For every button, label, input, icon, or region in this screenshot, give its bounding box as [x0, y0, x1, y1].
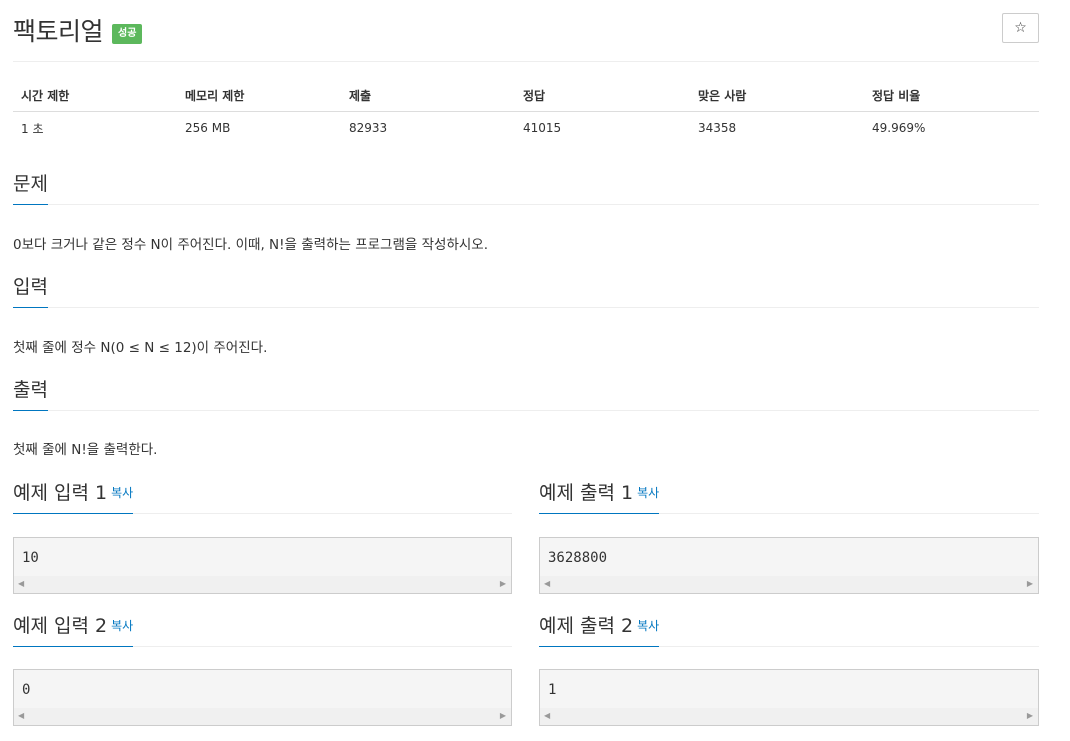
copy-sample-output-1-button[interactable]: 복사 [637, 486, 659, 500]
memory-limit-value: 256 MB [185, 121, 231, 136]
sample-input-1-label: 예제 입력 1 [13, 482, 108, 504]
sample-output-1-code: 3628800 [548, 550, 608, 566]
output-description: 첫째 줄에 N!을 출력한다. [13, 442, 158, 458]
problem-info-table: 시간 제한 메모리 제한 제출 정답 맞은 사람 정답 비율 1 초 256 M… [13, 80, 1039, 145]
output-section-header: 출력 [13, 378, 1039, 411]
memory-limit-header: 메모리 제한 [177, 80, 341, 112]
sample-input-2-header: 예제 입력 2 복사 [13, 613, 512, 647]
submissions-value: 82933 [349, 121, 388, 136]
scroll-left-icon[interactable]: ◀ [544, 579, 550, 588]
problem-section-title: 문제 [13, 172, 48, 205]
solvers-value: 34358 [698, 121, 737, 136]
scroll-left-icon[interactable]: ◀ [544, 711, 550, 720]
sample-input-2-box[interactable]: 0 ◀ ▶ [13, 669, 512, 726]
star-button[interactable]: ☆ [1002, 13, 1039, 43]
star-icon: ☆ [1014, 20, 1027, 36]
info-value-row: 1 초 256 MB 82933 41015 34358 49.969% [13, 111, 1039, 145]
sample-input-1-box[interactable]: 10 ◀ ▶ [13, 537, 512, 594]
input-section-header: 입력 [13, 275, 1039, 308]
problem-title: 팩토리얼 [13, 17, 104, 46]
sample-input-1-code: 10 [22, 550, 39, 566]
accepted-value: 41015 [523, 121, 562, 136]
scroll-left-icon[interactable]: ◀ [18, 579, 24, 588]
input-section-title: 입력 [13, 275, 48, 308]
sample-input-2-label: 예제 입력 2 [13, 615, 108, 637]
sample-input-2-title: 예제 입력 2 복사 [13, 613, 134, 647]
sample-output-2-code: 1 [548, 682, 557, 698]
scroll-right-icon[interactable]: ▶ [500, 711, 506, 720]
sample-output-1-title: 예제 출력 1 복사 [539, 480, 660, 514]
submissions-header: 제출 [341, 80, 515, 112]
problem-page: 팩토리얼 성공 ☆ 시간 제한 메모리 제한 제출 정답 맞은 사람 정답 비율… [13, 0, 1039, 726]
problem-description: 0보다 크거나 같은 정수 N이 주어진다. 이때, N!을 출력하는 프로그램… [13, 237, 489, 253]
horizontal-scrollbar[interactable]: ◀ ▶ [14, 576, 511, 593]
scroll-right-icon[interactable]: ▶ [1027, 579, 1033, 588]
sample-output-2-box[interactable]: 1 ◀ ▶ [539, 669, 1039, 726]
sample-input-1-title: 예제 입력 1 복사 [13, 480, 134, 514]
sample-output-2-label: 예제 출력 2 [539, 615, 634, 637]
solvers-header: 맞은 사람 [690, 80, 864, 112]
sample-input-1-header: 예제 입력 1 복사 [13, 480, 512, 514]
problem-header: 팩토리얼 성공 ☆ [13, 0, 1039, 62]
sample-output-2-header: 예제 출력 2 복사 [539, 613, 1039, 647]
horizontal-scrollbar[interactable]: ◀ ▶ [540, 708, 1038, 725]
copy-sample-input-1-button[interactable]: 복사 [111, 486, 133, 500]
ratio-value: 49.969% [872, 121, 926, 136]
scroll-right-icon[interactable]: ▶ [1027, 711, 1033, 720]
problem-section-header: 문제 [13, 172, 1039, 205]
input-description: 첫째 줄에 정수 N(0 ≤ N ≤ 12)이 주어진다. [13, 340, 268, 356]
sample-input-2-code: 0 [22, 682, 31, 698]
scroll-right-icon[interactable]: ▶ [500, 579, 506, 588]
sample-output-1-box[interactable]: 3628800 ◀ ▶ [539, 537, 1039, 594]
time-limit-value: 1 초 [21, 121, 44, 136]
sample-output-1-label: 예제 출력 1 [539, 482, 634, 504]
copy-sample-input-2-button[interactable]: 복사 [111, 619, 133, 633]
sample-output-2-title: 예제 출력 2 복사 [539, 613, 660, 647]
info-header-row: 시간 제한 메모리 제한 제출 정답 맞은 사람 정답 비율 [13, 80, 1039, 112]
horizontal-scrollbar[interactable]: ◀ ▶ [14, 708, 511, 725]
status-badge: 성공 [112, 24, 143, 44]
scroll-left-icon[interactable]: ◀ [18, 711, 24, 720]
horizontal-scrollbar[interactable]: ◀ ▶ [540, 576, 1038, 593]
accepted-header: 정답 [515, 80, 690, 112]
time-limit-header: 시간 제한 [13, 80, 177, 112]
output-section-title: 출력 [13, 378, 48, 411]
ratio-header: 정답 비율 [864, 80, 1039, 112]
copy-sample-output-2-button[interactable]: 복사 [637, 619, 659, 633]
sample-output-1-header: 예제 출력 1 복사 [539, 480, 1039, 514]
